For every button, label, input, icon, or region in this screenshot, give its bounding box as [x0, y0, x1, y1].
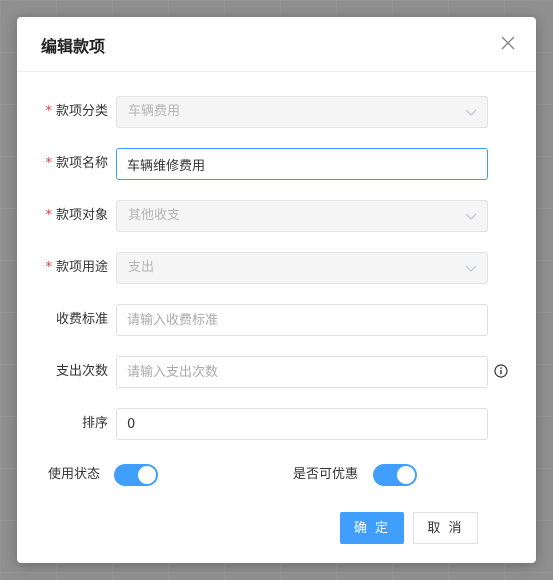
charge-standard-input[interactable] — [116, 304, 488, 336]
category-value: 车辆费用 — [128, 104, 181, 119]
info-circle-icon[interactable] — [494, 364, 508, 378]
sort-input[interactable] — [116, 408, 488, 440]
edit-item-dialog: 编辑款项 *款项分类 车辆费用 *款项名称 *款项对象 其他收支 *款项用途 支… — [17, 17, 536, 563]
sort-label: 排序 — [81, 416, 108, 431]
toggle-knob — [138, 466, 156, 484]
charge-standard-row: 收费标准 — [17, 304, 536, 336]
discountable-label: 是否可优惠 — [293, 467, 359, 482]
required-mark: * — [45, 104, 52, 119]
target-row: * 款项对象 其他收支 — [17, 200, 536, 232]
target-select[interactable]: 其他收支 — [116, 200, 488, 232]
status-label: 使用状态 — [48, 467, 101, 482]
confirm-button[interactable]: 确 定 — [340, 512, 404, 544]
category-label: * 款项分类 — [45, 104, 108, 119]
toggle-knob — [397, 466, 415, 484]
required-mark: * — [45, 156, 52, 171]
category-select[interactable]: 车辆费用 — [116, 96, 488, 128]
expense-count-row: 支出次数 — [17, 356, 536, 388]
usage-value: 支出 — [128, 260, 155, 275]
usage-select[interactable]: 支出 — [116, 252, 488, 284]
required-mark: * — [45, 208, 52, 223]
charge-standard-label: 收费标准 — [55, 312, 108, 327]
close-icon[interactable] — [500, 35, 516, 51]
required-mark: * — [45, 260, 52, 275]
usage-label: * 款项用途 — [45, 260, 108, 275]
dialog-header: 编辑款项 — [17, 17, 536, 72]
status-toggle[interactable] — [114, 464, 158, 486]
expense-count-input[interactable] — [116, 356, 488, 388]
name-input[interactable] — [116, 148, 488, 180]
expense-count-label: 支出次数 — [55, 364, 108, 379]
name-row: * 款项名称 — [17, 148, 536, 180]
chevron-down-icon — [465, 109, 477, 116]
cancel-button[interactable]: 取 消 — [413, 512, 478, 544]
discountable-toggle[interactable] — [373, 464, 417, 486]
sort-row: 排序 — [17, 408, 536, 440]
dialog-title: 编辑款项 — [41, 37, 106, 56]
chevron-down-icon — [465, 213, 477, 220]
category-row: * 款项分类 车辆费用 — [17, 96, 536, 128]
name-label: * 款项名称 — [45, 156, 108, 171]
target-label: * 款项对象 — [45, 208, 108, 223]
target-value: 其他收支 — [128, 208, 181, 223]
toggle-row: 使用状态 是否可优惠 — [17, 463, 536, 487]
chevron-down-icon — [465, 265, 477, 272]
usage-row: * 款项用途 支出 — [17, 252, 536, 284]
